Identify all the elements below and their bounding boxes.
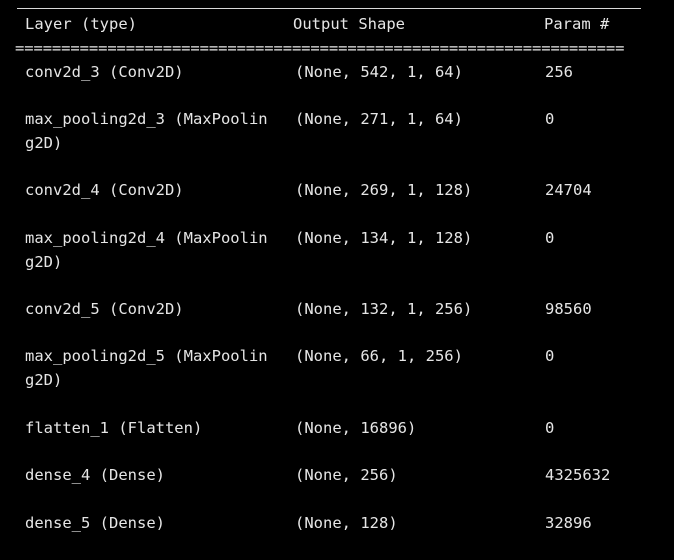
layer-name-continuation: g2D): [25, 134, 63, 152]
header-layer-type: Layer (type): [25, 15, 137, 33]
output-shape: (None, 66, 1, 256): [295, 347, 463, 365]
param-count: 256: [545, 63, 573, 81]
layer-name: dense_4 (Dense): [25, 466, 165, 484]
layer-name: conv2d_5 (Conv2D): [25, 300, 184, 318]
param-count: 32896: [545, 514, 592, 532]
output-shape: (None, 542, 1, 64): [295, 63, 463, 81]
param-count: 4325632: [545, 466, 611, 484]
param-count: 0: [545, 229, 555, 247]
output-shape: (None, 132, 1, 256): [295, 300, 473, 318]
layer-name: conv2d_4 (Conv2D): [25, 181, 184, 199]
param-count: 0: [545, 110, 555, 128]
model-summary-output: Layer (type) Output Shape Param # ======…: [0, 0, 674, 560]
layer-name: max_pooling2d_5 (MaxPoolin: [25, 347, 268, 365]
top-rule: [17, 8, 641, 9]
header-param-count: Param #: [544, 15, 610, 33]
layer-name-continuation: g2D): [25, 371, 63, 389]
layer-name: dense_5 (Dense): [25, 514, 165, 532]
output-shape: (None, 128): [295, 514, 398, 532]
header-output-shape: Output Shape: [293, 15, 405, 33]
output-shape: (None, 269, 1, 128): [295, 181, 473, 199]
layer-name-continuation: g2D): [25, 253, 63, 271]
param-count: 98560: [545, 300, 592, 318]
output-shape: (None, 134, 1, 128): [295, 229, 473, 247]
layer-name: flatten_1 (Flatten): [25, 419, 203, 437]
param-count: 24704: [545, 181, 592, 199]
header-separator: ========================================…: [15, 39, 625, 57]
layer-name: max_pooling2d_3 (MaxPoolin: [25, 110, 268, 128]
output-shape: (None, 256): [295, 466, 398, 484]
param-count: 0: [545, 419, 555, 437]
output-shape: (None, 271, 1, 64): [295, 110, 463, 128]
layer-name: max_pooling2d_4 (MaxPoolin: [25, 229, 268, 247]
param-count: 0: [545, 347, 555, 365]
layer-name: conv2d_3 (Conv2D): [25, 63, 184, 81]
output-shape: (None, 16896): [295, 419, 417, 437]
